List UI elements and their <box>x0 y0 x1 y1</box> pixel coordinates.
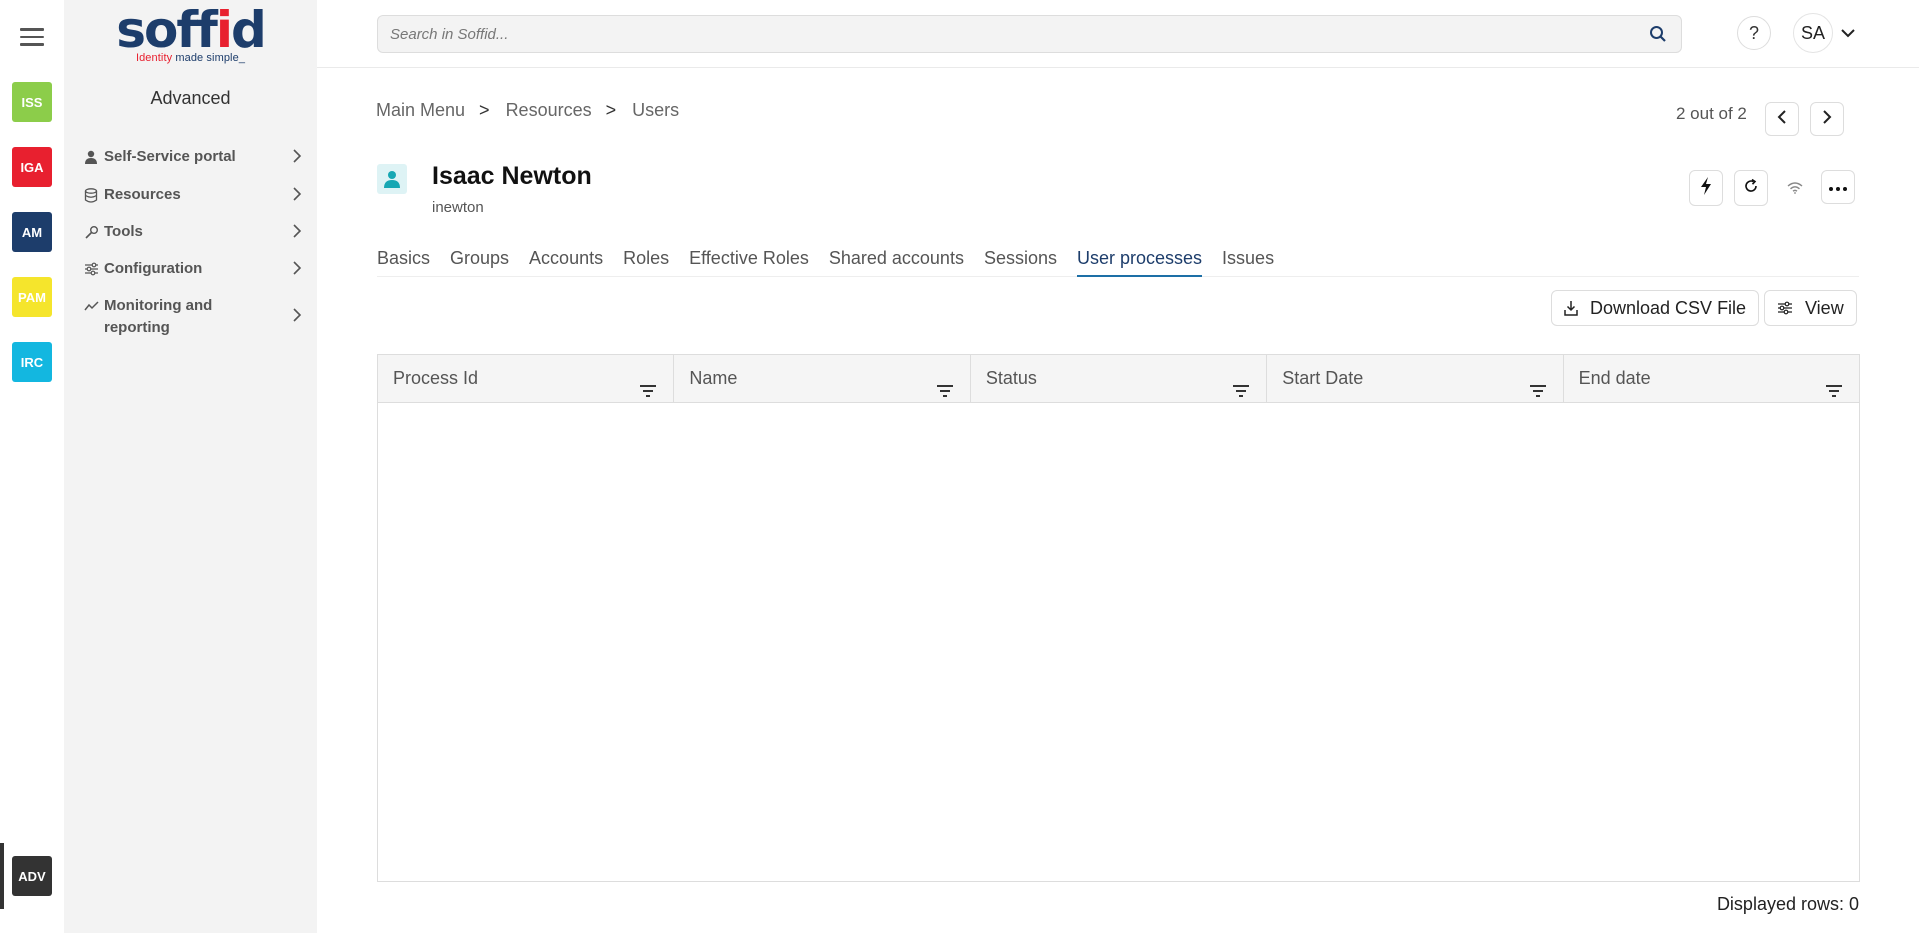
app-tile-adv[interactable]: ADV <box>12 856 52 896</box>
tab-groups[interactable]: Groups <box>450 246 509 277</box>
app-tile-am[interactable]: AM <box>12 212 52 252</box>
wifi-icon[interactable] <box>1783 178 1807 198</box>
column-header-status[interactable]: Status <box>971 355 1268 402</box>
tab-shared-accounts[interactable]: Shared accounts <box>829 246 964 277</box>
breadcrumb-separator: > <box>479 100 490 120</box>
avatar: SA <box>1793 13 1833 53</box>
filter-icon[interactable] <box>1529 369 1547 415</box>
page-title: Isaac Newton <box>432 162 592 190</box>
sidebar-item-resources[interactable]: Resources <box>82 184 310 206</box>
table-header: Process Id Name Status Start Date End da… <box>378 355 1859 403</box>
breadcrumb-main-menu[interactable]: Main Menu <box>376 100 465 121</box>
search-input[interactable] <box>378 16 1628 52</box>
app-tile-iga[interactable]: IGA <box>12 147 52 187</box>
sidebar-section-title: Advanced <box>150 88 231 108</box>
view-button[interactable]: View <box>1764 290 1857 326</box>
record-pager-text: 2 out of 2 <box>1676 104 1747 123</box>
tab-user-processes[interactable]: User processes <box>1077 246 1203 277</box>
tab-sessions[interactable]: Sessions <box>984 246 1057 277</box>
chevron-down-icon <box>1841 25 1855 43</box>
database-icon <box>82 184 100 206</box>
column-header-end-date[interactable]: End date <box>1564 355 1859 402</box>
chevron-right-icon <box>292 260 302 282</box>
next-record-button[interactable] <box>1810 102 1844 136</box>
sidebar-item-label: Tools <box>104 223 143 240</box>
active-app-marker <box>0 843 4 909</box>
wrench-icon <box>82 221 100 243</box>
chevron-right-icon <box>292 148 302 170</box>
tab-basics[interactable]: Basics <box>377 246 430 277</box>
sliders-icon <box>82 258 100 280</box>
column-header-label: Process Id <box>393 368 479 388</box>
chevron-right-icon <box>292 223 302 245</box>
soffid-logo[interactable]: soffid Identity made simple_ <box>64 2 317 64</box>
view-label: View <box>1805 297 1844 318</box>
app-tile-iss[interactable]: ISS <box>12 82 52 122</box>
breadcrumb-users[interactable]: Users <box>632 100 679 121</box>
chevron-right-icon <box>292 307 302 329</box>
tab-effective-roles[interactable]: Effective Roles <box>689 246 809 277</box>
breadcrumb-separator: > <box>605 100 617 120</box>
sidebar-item-label: Self-Service portal <box>104 148 236 165</box>
help-button[interactable]: ? <box>1737 16 1771 50</box>
more-options-button[interactable] <box>1821 170 1855 204</box>
download-icon <box>1564 300 1578 316</box>
user-login: inewton <box>432 199 484 216</box>
column-header-start-date[interactable]: Start Date <box>1267 355 1564 402</box>
chevron-left-icon <box>1777 109 1787 129</box>
chart-line-icon <box>82 295 100 317</box>
app-tile-irc[interactable]: IRC <box>12 342 52 382</box>
sidebar: soffid Identity made simple_ Advanced Se… <box>64 0 317 933</box>
person-icon <box>82 146 100 168</box>
execute-button[interactable] <box>1689 170 1723 206</box>
sidebar-item-self-service[interactable]: Self-Service portal <box>82 146 310 168</box>
tab-issues[interactable]: Issues <box>1222 246 1274 277</box>
lightning-icon <box>1700 176 1712 200</box>
ellipsis-icon <box>1829 178 1847 196</box>
column-header-name[interactable]: Name <box>674 355 971 402</box>
hamburger-menu-icon[interactable] <box>20 28 44 48</box>
tab-bar: Basics Groups Accounts Roles Effective R… <box>377 246 1859 277</box>
sidebar-item-label: Configuration <box>104 260 203 277</box>
displayed-rows-count: Displayed rows: 0 <box>1716 894 1859 914</box>
sidebar-item-tools[interactable]: Tools <box>82 221 310 243</box>
user-type-icon <box>377 164 407 194</box>
user-menu-button[interactable]: SA <box>1793 13 1863 53</box>
sidebar-item-monitoring[interactable]: Monitoring and reporting <box>82 295 310 339</box>
column-header-label: Start Date <box>1282 368 1364 388</box>
app-rail: ISS IGA AM PAM IRC ADV <box>0 0 64 933</box>
download-csv-button[interactable]: Download CSV File <box>1551 290 1760 326</box>
app-tile-pam[interactable]: PAM <box>12 277 52 317</box>
user-processes-table: Process Id Name Status Start Date End da… <box>377 354 1860 882</box>
refresh-icon <box>1743 178 1759 199</box>
breadcrumb: Main Menu > Resources > Users <box>376 100 679 121</box>
filter-icon[interactable] <box>1825 369 1843 415</box>
logo-tagline: Identity made simple_ <box>135 52 246 64</box>
breadcrumb-resources[interactable]: Resources <box>506 100 592 121</box>
tab-roles[interactable]: Roles <box>623 246 669 277</box>
search-box <box>377 15 1682 53</box>
previous-record-button[interactable] <box>1765 102 1799 136</box>
chevron-right-icon <box>292 186 302 208</box>
sidebar-item-label: Resources <box>104 186 181 203</box>
search-icon[interactable] <box>1649 25 1667 48</box>
chevron-right-icon <box>1822 109 1832 129</box>
column-header-process-id[interactable]: Process Id <box>378 355 675 402</box>
sliders-icon <box>1777 301 1793 315</box>
column-header-label: Name <box>689 368 738 388</box>
column-header-label: End date <box>1578 368 1651 388</box>
table-body <box>378 403 1859 881</box>
download-csv-label: Download CSV File <box>1590 297 1747 318</box>
column-header-label: Status <box>985 368 1037 388</box>
filter-icon[interactable] <box>1232 369 1250 415</box>
sidebar-item-label: Monitoring and reporting <box>104 297 213 336</box>
sidebar-item-configuration[interactable]: Configuration <box>82 258 310 280</box>
filter-icon[interactable] <box>936 369 954 415</box>
filter-icon[interactable] <box>639 369 657 415</box>
logo-wordmark: soffid <box>116 1 267 59</box>
top-bar: ? SA <box>317 0 1919 68</box>
tab-accounts[interactable]: Accounts <box>529 246 603 277</box>
refresh-button[interactable] <box>1734 170 1768 206</box>
